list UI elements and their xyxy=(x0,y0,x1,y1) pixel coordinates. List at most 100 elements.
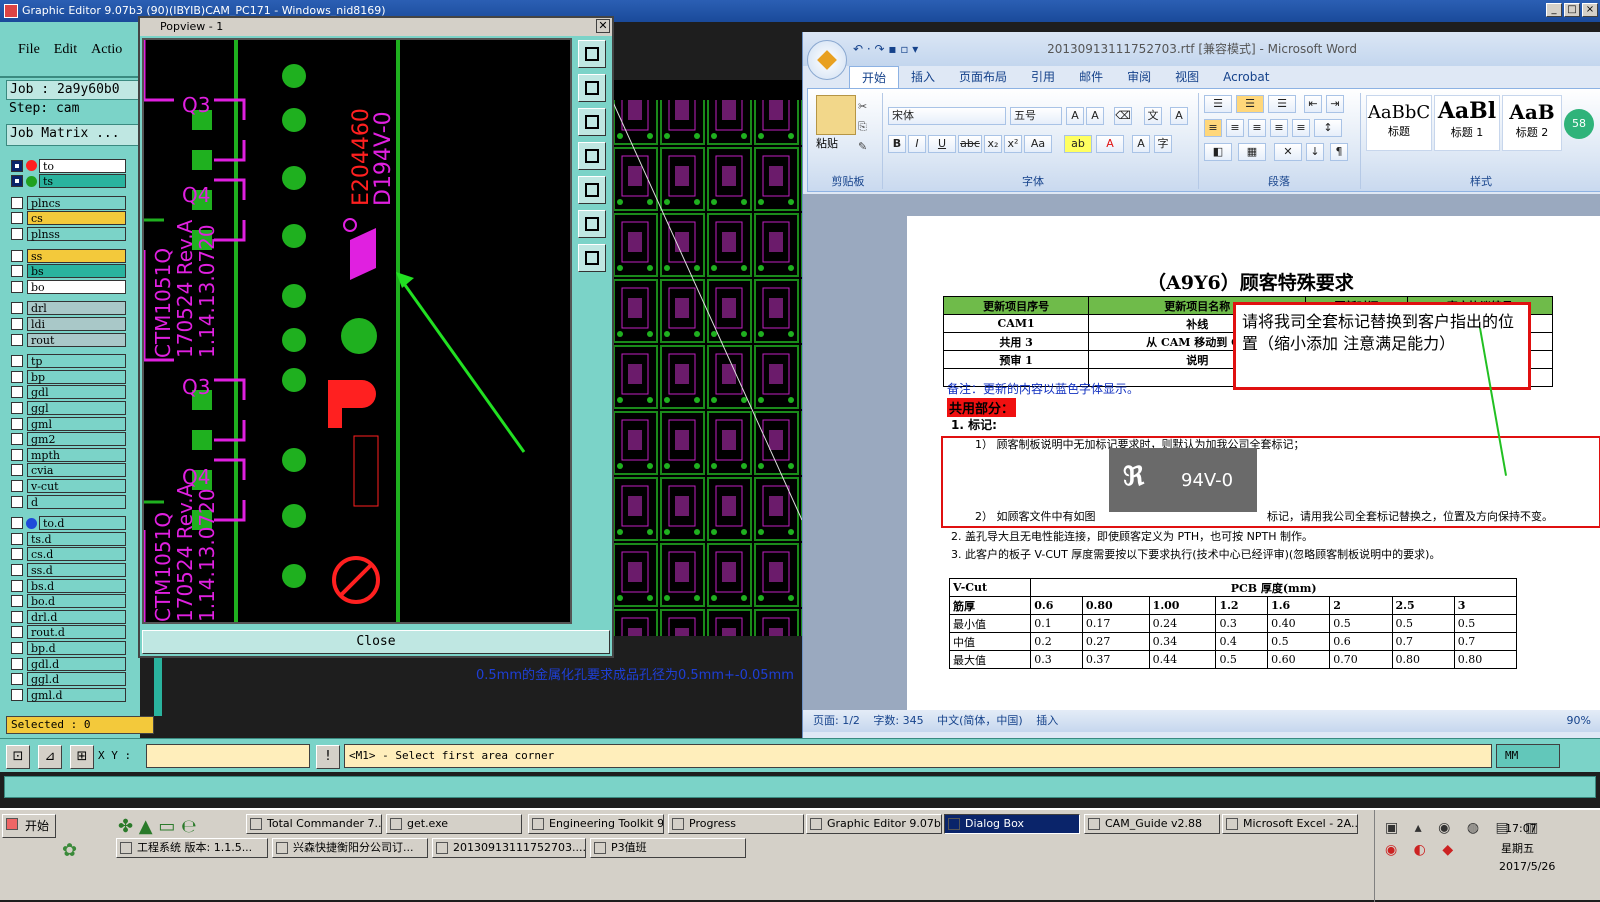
layer-row-cs.d[interactable]: cs.d xyxy=(8,547,126,562)
layer-checkbox[interactable] xyxy=(11,433,23,446)
office-button[interactable] xyxy=(807,40,847,80)
sort-icon[interactable]: ↓ xyxy=(1306,143,1324,161)
taskbar-button[interactable]: Total Commander 7.... xyxy=(246,814,382,834)
multilevel-list-icon[interactable]: ☰ xyxy=(1268,95,1296,113)
layer-checkbox[interactable] xyxy=(11,517,23,530)
layer-row-to.d[interactable]: to.d xyxy=(8,516,126,531)
layer-checkbox[interactable] xyxy=(11,401,23,414)
decrease-indent-icon[interactable]: ⇤ xyxy=(1304,95,1322,113)
chinese-layout-icon[interactable]: ✕ xyxy=(1274,143,1302,161)
strikethrough-icon[interactable]: abc xyxy=(958,135,982,153)
main-canvas[interactable] xyxy=(612,80,802,636)
pan-right-icon[interactable] xyxy=(578,176,606,204)
quick-access-toolbar[interactable]: ↶ · ↷ ▪ ▫ ▾ xyxy=(853,42,963,58)
taskbar-button[interactable]: Engineering Toolkit 9... xyxy=(528,814,664,834)
taskbar-button[interactable]: CAM_Guide v2.88 xyxy=(1084,814,1220,834)
clipboard-tools[interactable]: ✂ ⎘ ✎ xyxy=(858,97,867,157)
borders-icon[interactable]: ▦ xyxy=(1238,143,1266,161)
layer-checkbox[interactable] xyxy=(11,417,23,430)
layer-checkbox[interactable] xyxy=(11,333,23,346)
taskbar-button[interactable]: Progress xyxy=(668,814,804,834)
layer-row-gdl[interactable]: gdl xyxy=(8,385,126,400)
taskbar-button[interactable]: P3值班 xyxy=(590,838,746,858)
align-right-icon[interactable]: ≡ xyxy=(1248,119,1266,137)
clear-format-icon[interactable]: ⌫ xyxy=(1114,107,1132,125)
layer-row-v-cut[interactable]: v-cut xyxy=(8,478,126,493)
ribbon-tab-3[interactable]: 引用 xyxy=(1019,66,1067,88)
layer-row-plncs[interactable]: plncs xyxy=(8,195,126,210)
select-tool-icon[interactable]: ⊡ xyxy=(6,745,30,769)
zoom-in-icon[interactable] xyxy=(578,210,606,238)
pan-up-icon[interactable] xyxy=(578,74,606,102)
layer-row-ts.d[interactable]: ts.d xyxy=(8,531,126,546)
layer-row-ggl[interactable]: ggl xyxy=(8,400,126,415)
char-border-icon[interactable]: A xyxy=(1170,107,1188,125)
layer-row-cvia[interactable]: cvia xyxy=(8,463,126,478)
layer-checkbox[interactable] xyxy=(11,265,23,278)
distribute-icon[interactable]: ≡ xyxy=(1292,119,1310,137)
minimize-button[interactable]: _ xyxy=(1546,3,1562,17)
popview-canvas[interactable]: Q3 Q4 Q3 Q4 CTM1051Q 170524 Rev.A 1.14.1… xyxy=(142,38,572,624)
phonetic-icon[interactable]: 文 xyxy=(1144,107,1162,125)
enclosed-char-icon[interactable]: 字 xyxy=(1154,135,1172,153)
layer-row-plnss[interactable]: plnss xyxy=(8,226,126,241)
menu-edit[interactable]: Edit xyxy=(54,42,77,58)
layer-row-mpth[interactable]: mpth xyxy=(8,447,126,462)
layer-row-drl[interactable]: drl xyxy=(8,301,126,316)
layer-checkbox[interactable] xyxy=(11,448,23,461)
status-words[interactable]: 字数: 345 xyxy=(873,714,923,727)
tray-icons-2[interactable]: ◉ ◐ ◆ xyxy=(1385,842,1459,858)
increase-indent-icon[interactable]: ⇥ xyxy=(1326,95,1344,113)
grow-font-icon[interactable]: A xyxy=(1066,107,1084,125)
taskbar-button[interactable]: Microsoft Excel - 2A... xyxy=(1222,814,1358,834)
char-shading-icon[interactable]: A xyxy=(1132,135,1150,153)
popview-close-button[interactable]: Close xyxy=(142,630,610,654)
ribbon-tab-7[interactable]: Acrobat xyxy=(1211,66,1281,88)
measure-tool-icon[interactable]: ⊿ xyxy=(38,745,62,769)
layer-checkbox[interactable] xyxy=(11,280,23,293)
layer-checkbox[interactable] xyxy=(11,688,23,701)
layer-row-drl.d[interactable]: drl.d xyxy=(8,609,126,624)
status-lang[interactable]: 中文(简体，中国) xyxy=(937,714,1023,727)
document-page[interactable]: （A9Y6）顾客特殊要求 更新项目序号更新项目名称更新时间客户协议编号 CAM1… xyxy=(907,216,1600,710)
taskbar-button[interactable]: 兴森快捷衡阳分公司订... xyxy=(272,838,428,858)
justify-icon[interactable]: ≡ xyxy=(1270,119,1288,137)
layer-checkbox[interactable] xyxy=(11,212,23,225)
ribbon-tab-6[interactable]: 视图 xyxy=(1163,66,1211,88)
layer-row-tp[interactable]: tp xyxy=(8,354,126,369)
pan-left-icon[interactable] xyxy=(578,142,606,170)
layer-checkbox[interactable] xyxy=(11,641,23,654)
show-marks-icon[interactable]: ¶ xyxy=(1330,143,1348,161)
popview-close-icon[interactable]: ✕ xyxy=(596,19,610,33)
job-matrix-button[interactable]: Job Matrix ... xyxy=(6,124,140,146)
layer-checkbox[interactable] xyxy=(11,563,23,576)
layer-row-bs[interactable]: bs xyxy=(8,264,126,279)
style-normal[interactable]: AaBbC 标题 xyxy=(1366,95,1432,151)
start-button[interactable]: 开始 xyxy=(2,814,56,838)
layer-checkbox[interactable] xyxy=(11,302,23,315)
units-toggle[interactable]: MM xyxy=(1496,744,1560,768)
layer-checkbox[interactable] xyxy=(11,370,23,383)
font-name-select[interactable]: 宋体 xyxy=(888,107,1006,125)
shading-icon[interactable]: ◧ xyxy=(1204,143,1232,161)
highlight-icon[interactable]: ab xyxy=(1064,135,1092,153)
zoom-fit-icon[interactable] xyxy=(578,40,606,68)
status-page[interactable]: 页面: 1/2 xyxy=(813,714,860,727)
layer-checkbox[interactable] xyxy=(11,464,23,477)
layer-checkbox[interactable] xyxy=(11,249,23,262)
subscript-icon[interactable]: x₂ xyxy=(984,135,1002,153)
layer-row-rout[interactable]: rout xyxy=(8,332,126,347)
ribbon-tab-5[interactable]: 审阅 xyxy=(1115,66,1163,88)
layer-row-gm2[interactable]: gm2 xyxy=(8,432,126,447)
numbering-icon[interactable]: ☰ xyxy=(1236,95,1264,113)
layer-checkbox[interactable] xyxy=(11,196,23,209)
layer-row-ldi[interactable]: ldi xyxy=(8,316,126,331)
layer-row-bo[interactable]: bo xyxy=(8,279,126,294)
layer-row-to[interactable]: to xyxy=(8,158,126,173)
layer-checkbox[interactable] xyxy=(11,175,23,188)
ribbon-tab-2[interactable]: 页面布局 xyxy=(947,66,1019,88)
font-color-icon[interactable]: A xyxy=(1096,135,1124,153)
maximize-button[interactable]: □ xyxy=(1564,3,1580,17)
taskbar-button[interactable]: 20130913111752703.... xyxy=(432,838,586,858)
layer-checkbox[interactable] xyxy=(11,657,23,670)
